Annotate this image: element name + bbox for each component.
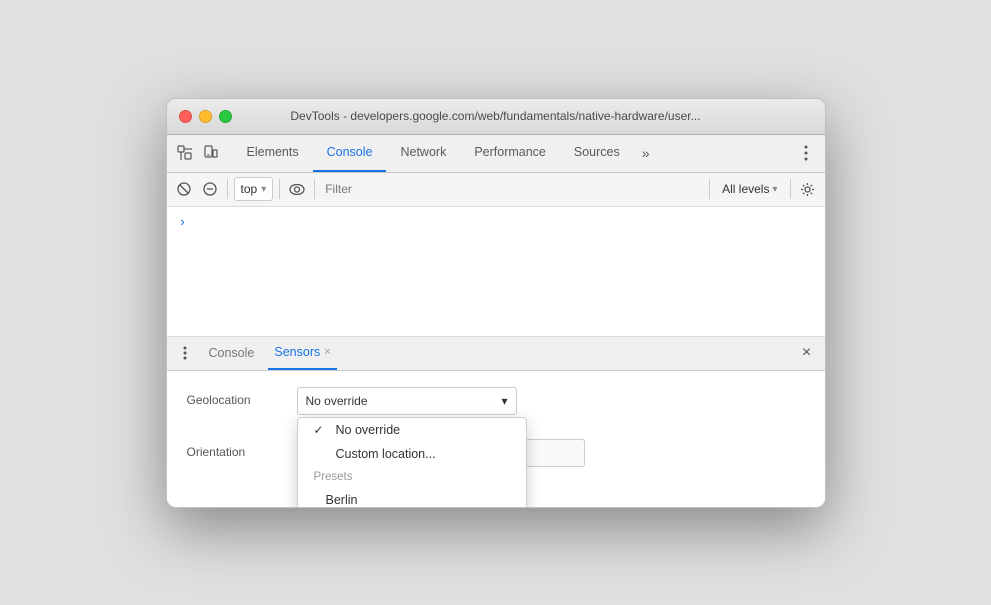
dropdown-item-custom-location[interactable]: Custom location... [298,442,526,466]
context-selector-arrow: ▾ [261,184,266,195]
geolocation-label: Geolocation [187,387,297,407]
drawer-content: Geolocation No override ▾ ✓ No override … [167,371,825,507]
traffic-lights [179,110,232,123]
sensors-tab-close[interactable]: × [324,346,330,358]
levels-arrow-icon: ▾ [772,184,777,195]
minimize-button[interactable] [199,110,212,123]
stop-messages-icon[interactable] [173,178,195,200]
geolocation-control: No override ▾ ✓ No override Custom locat… [297,387,805,415]
geolocation-dropdown-menu: ✓ No override Custom location... Presets… [297,417,527,508]
window-title: DevTools - developers.google.com/web/fun… [290,109,700,123]
orientation-label: Orientation [187,439,297,459]
geolocation-dropdown[interactable]: No override ▾ [297,387,517,415]
filter-separator-2 [279,179,280,199]
maximize-button[interactable] [219,110,232,123]
devtools-menu-icon[interactable] [795,142,817,164]
clear-console-icon[interactable] [199,178,221,200]
filterbar: top ▾ All levels ▾ [167,173,825,207]
dropdown-section-presets: Presets [298,466,526,488]
geo-dropdown-arrow: ▾ [501,394,507,408]
orientation-alpha-input[interactable] [525,439,585,467]
close-button[interactable] [179,110,192,123]
toolbar-tabs: Elements Console Network Performance Sou… [233,134,791,172]
main-toolbar: Elements Console Network Performance Sou… [167,135,825,173]
dropdown-item-no-override[interactable]: ✓ No override [298,418,526,442]
console-prompt-icon[interactable]: › [179,215,187,230]
tab-performance[interactable]: Performance [460,134,560,172]
more-tabs-button[interactable]: » [634,145,658,161]
drawer-header: Console Sensors × × [167,337,825,371]
device-toggle-icon[interactable] [201,143,221,163]
eager-evaluation-icon[interactable] [286,178,308,200]
tab-network[interactable]: Network [386,134,460,172]
tab-console[interactable]: Console [313,134,387,172]
toolbar-icons [175,143,221,163]
tab-elements[interactable]: Elements [233,134,313,172]
drawer-tab-sensors[interactable]: Sensors × [268,336,336,370]
log-levels-selector[interactable]: All levels ▾ [716,182,783,196]
dropdown-item-berlin[interactable]: Berlin [298,488,526,508]
filter-separator [227,179,228,199]
check-icon: ✓ [314,423,328,437]
drawer-close-button[interactable]: × [797,343,817,363]
context-selector[interactable]: top ▾ [234,177,274,201]
console-area: › [167,207,825,337]
filter-separator-3 [314,179,315,199]
drawer-tab-console[interactable]: Console [203,336,261,370]
drawer-menu-icon[interactable] [175,343,195,363]
console-settings-icon[interactable] [797,178,819,200]
devtools-window: DevTools - developers.google.com/web/fun… [166,98,826,508]
inspect-icon[interactable] [175,143,195,163]
filter-separator-5 [790,179,791,199]
filter-input[interactable] [321,182,703,196]
titlebar: DevTools - developers.google.com/web/fun… [167,99,825,135]
geolocation-row: Geolocation No override ▾ ✓ No override … [187,387,805,415]
filter-separator-4 [709,179,710,199]
tab-sources[interactable]: Sources [560,134,634,172]
